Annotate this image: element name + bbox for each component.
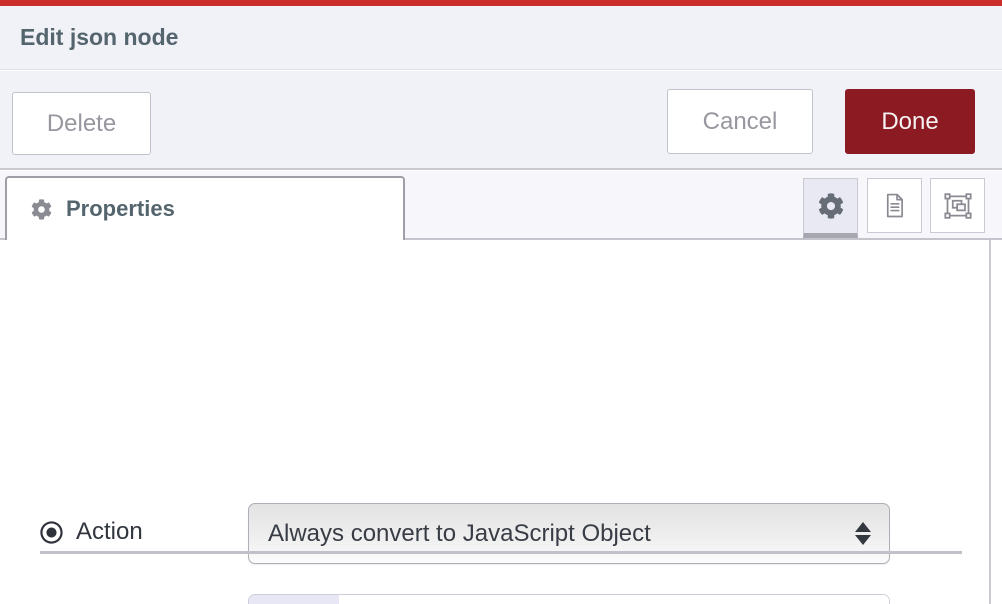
action-select-value: Always convert to JavaScript Object [268, 520, 651, 548]
delete-button[interactable]: Delete [12, 92, 151, 155]
tab-button-properties[interactable] [803, 178, 858, 238]
section-divider [40, 551, 962, 554]
msg-prefix-chip[interactable]: msg. [249, 595, 339, 604]
action-select[interactable]: Always convert to JavaScript Object [248, 503, 890, 564]
tab-properties-label: Properties [66, 196, 175, 222]
cancel-button[interactable]: Cancel [667, 89, 813, 154]
dialog-title: Edit json node [0, 6, 1002, 68]
edit-json-node-dialog: Edit json node Delete Cancel Done Proper… [0, 0, 1002, 604]
tab-button-description[interactable] [867, 178, 922, 233]
content-right-border [989, 240, 991, 604]
dialog-header: Edit json node [0, 6, 1002, 70]
gear-icon [31, 199, 52, 220]
select-arrows-icon [855, 522, 871, 545]
appearance-icon [944, 192, 972, 220]
gear-icon [818, 193, 844, 219]
done-button[interactable]: Done [845, 89, 975, 154]
dialog-toolbar: Delete Cancel Done [0, 71, 1002, 170]
properties-form: Action Always convert to JavaScript Obje… [0, 240, 1002, 604]
property-input[interactable] [339, 595, 889, 604]
action-label: Action [40, 517, 143, 547]
tab-properties[interactable]: Properties [5, 176, 405, 240]
editor-tab-strip: Properties [0, 171, 1002, 240]
action-label-text: Action [76, 518, 143, 546]
tab-button-appearance[interactable] [930, 178, 985, 233]
document-icon [881, 192, 908, 219]
property-input-group: msg. [248, 594, 890, 604]
dot-circle-icon [40, 521, 63, 544]
